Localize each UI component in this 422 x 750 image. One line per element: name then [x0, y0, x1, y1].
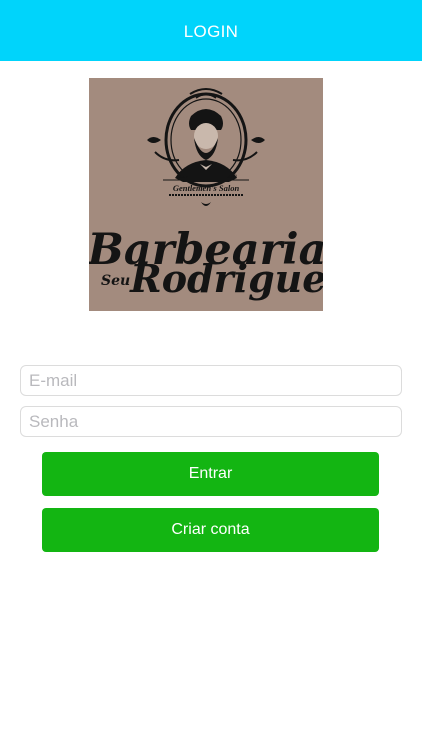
email-field[interactable]	[20, 365, 402, 396]
logo-year-label: 2018	[227, 175, 238, 180]
login-button[interactable]: Entrar	[42, 452, 379, 496]
logo-since-label: Since	[177, 175, 189, 180]
logo-title-rodrigues: Rodrigues	[129, 256, 323, 301]
barbershop-logo: Gentlemen's Salon Since 2018 Barbearia S…	[89, 78, 323, 311]
navigation-bar: LOGIN	[0, 0, 422, 61]
page-title: LOGIN	[183, 21, 239, 41]
logo-title-seu: Seu	[101, 273, 130, 289]
password-field[interactable]	[20, 406, 402, 437]
logo-tagline: Gentlemen's Salon	[173, 183, 240, 193]
create-account-button[interactable]: Criar conta	[42, 508, 379, 552]
logo-graphic: Gentlemen's Salon Since 2018 Barbearia S…	[89, 88, 323, 301]
